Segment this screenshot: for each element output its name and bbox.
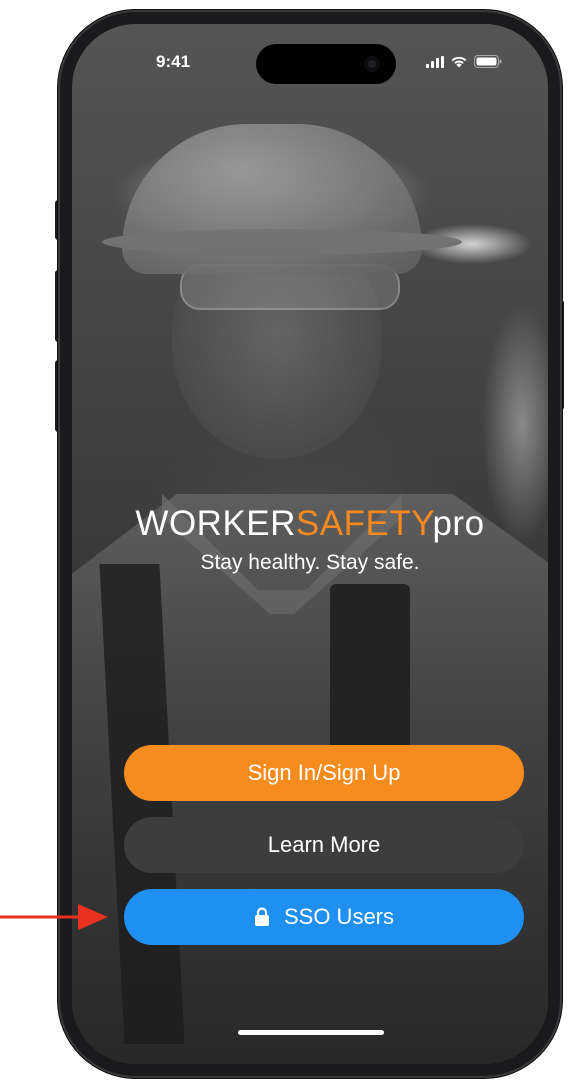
wifi-icon [450,55,468,68]
sso-users-label: SSO Users [283,904,395,929]
logo-pro: pro [432,504,485,543]
learn-more-label: Learn More [267,832,381,857]
status-icons [426,55,502,68]
status-time: 9:41 [156,52,191,71]
tagline: Stay healthy. Stay safe. [200,551,420,574]
status-bar: 9:41 [72,24,548,88]
learn-more-button[interactable]: Learn More [124,817,524,873]
sign-in-sign-up-button[interactable]: Sign In/Sign Up [124,745,524,801]
signal-icon [426,55,444,68]
home-indicator[interactable] [238,1030,384,1035]
logo-safety: SAFETY [295,504,433,543]
dynamic-island [256,44,396,84]
arrow-icon [0,904,108,930]
app-screen: 9:41 WORKERSAFETYpro Stay healthy. Stay … [72,24,548,1064]
app-logo: WORKERSAFETYpro [72,506,548,541]
camera-icon [364,56,380,72]
brand-block: WORKERSAFETYpro Stay healthy. Stay safe. [72,506,548,575]
lock-icon [254,907,270,927]
logo-worker: WORKER [135,504,296,543]
screenshot-canvas: 9:41 WORKERSAFETYpro Stay healthy. Stay … [0,0,576,1080]
sso-users-button[interactable]: SSO Users [124,889,524,945]
battery-icon [474,55,502,68]
sign-in-sign-up-label: Sign In/Sign Up [247,760,401,785]
